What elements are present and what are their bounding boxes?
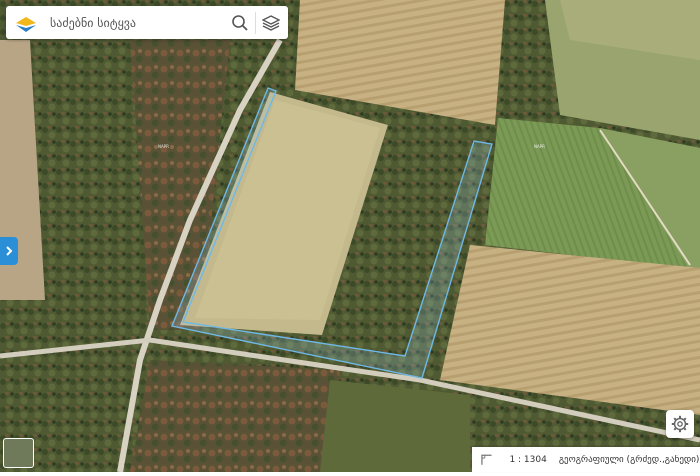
basemap-switcher[interactable] [3,438,34,468]
layers-button[interactable] [258,10,284,36]
search-icon [232,14,248,31]
layers-icon [262,14,280,31]
napr-logo-icon [16,16,36,32]
status-bar: 1 : 1304 გეოგრაფიული (გრძედ.,განედი) ▾ [472,447,700,472]
crs-label: გეოგრაფიული (გრძედ.,განედი) [558,454,700,465]
parcel-label: NAPR [158,144,169,149]
sidebar-toggle-button[interactable] [0,237,18,265]
ruler-icon [481,454,492,465]
gear-icon [671,415,689,433]
scale-label: 1 : 1304 [509,454,547,465]
map-view[interactable]: NAPR NAPR [0,0,700,473]
crs-select[interactable]: გეოგრაფიული (გრძედ.,განედი) ▾ [559,455,700,465]
search-input[interactable] [48,14,227,31]
chevron-right-icon [6,246,13,256]
search-button[interactable] [227,10,253,36]
parcel-label: NAPR [534,144,545,149]
settings-button[interactable] [666,410,694,438]
divider [255,11,256,34]
search-bar [6,6,288,39]
satellite-imagery: NAPR NAPR [0,0,700,473]
